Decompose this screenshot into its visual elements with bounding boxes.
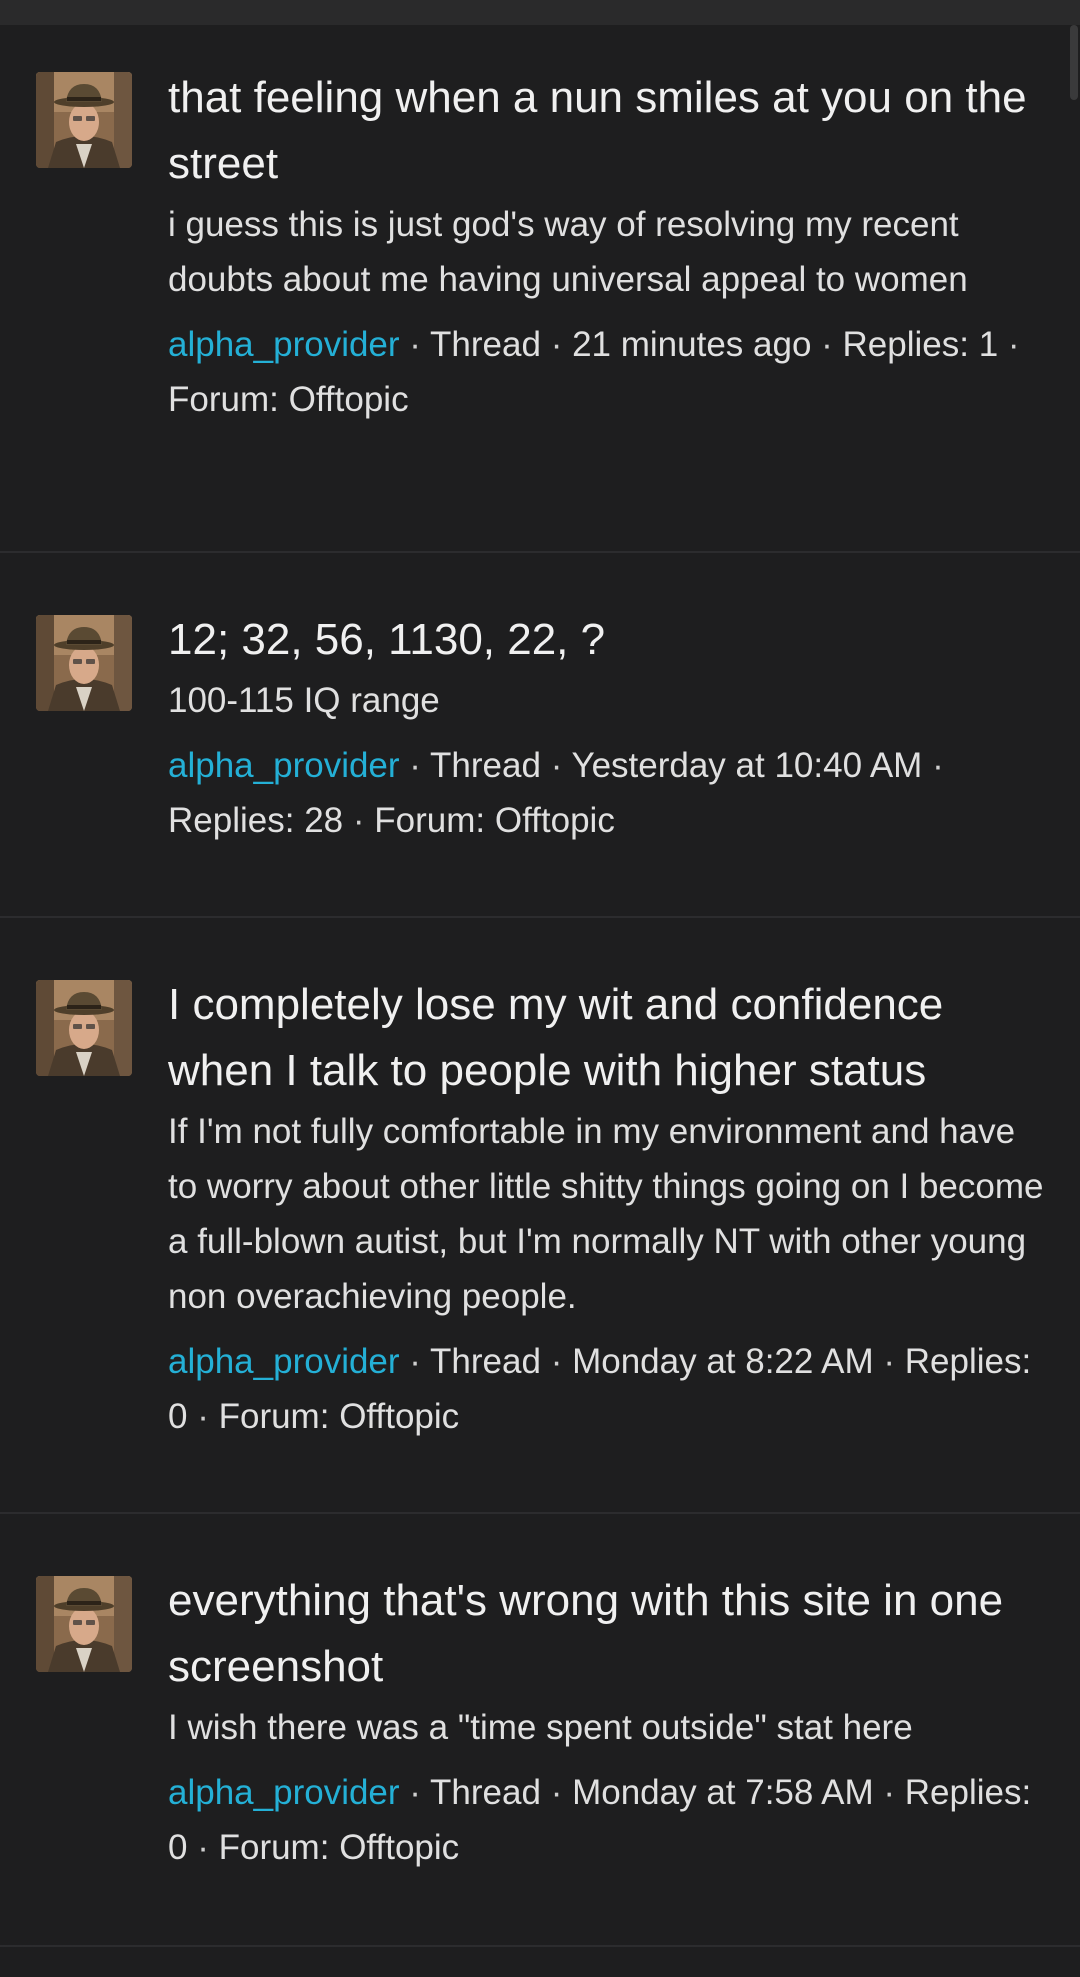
thread-snippet: 100-115 IQ range [168,681,440,720]
result-content: everything that's wrong with this site i… [168,1568,1048,1875]
thread-title[interactable]: that feeling when a nun smiles at you on… [168,65,1048,197]
author-link[interactable]: alpha_provider [168,325,400,364]
forum-link[interactable]: Offtopic [289,380,409,419]
result-content: 12; 32, 56, 1130, 22, ? 100-115 IQ range… [168,607,1048,848]
author-link[interactable]: alpha_provider [168,1342,400,1381]
avatar[interactable] [36,72,132,168]
replies-count: 0 [168,1828,188,1867]
replies-count: 28 [304,801,344,840]
replies-label: Replies: [904,1773,1032,1812]
avatar[interactable] [36,980,132,1076]
forum-link[interactable]: Offtopic [339,1397,459,1436]
meta-separator: · [550,1773,563,1812]
forum-link[interactable]: Offtopic [495,801,615,840]
meta-separator: · [352,801,365,840]
author-link[interactable]: alpha_provider [168,1773,400,1812]
search-result-item: 12; 32, 56, 1130, 22, ? 100-115 IQ range… [0,553,1080,918]
forum-label: Forum: [218,1397,330,1436]
content-type: Thread [430,325,541,364]
content-type: Thread [430,1773,541,1812]
meta-separator: · [197,1397,209,1436]
search-result-item: everything that's wrong with this site i… [0,1514,1080,1947]
meta-separator: · [197,1828,209,1867]
thread-title[interactable]: everything that's wrong with this site i… [168,1568,1048,1700]
forum-label: Forum: [374,801,486,840]
meta-separator: · [550,325,563,364]
meta-separator: · [1007,325,1020,364]
meta-separator: · [883,1342,896,1381]
search-results-list: that feeling when a nun smiles at you on… [0,25,1080,1947]
content-type: Thread [430,746,541,785]
thread-snippet: If I'm not fully comfortable in my envir… [168,1112,1044,1316]
meta-separator: · [409,746,421,785]
thread-meta: alpha_provider · Thread · Monday at 7:58… [168,1765,1048,1875]
forum-label: Forum: [218,1828,330,1867]
post-time: Monday at 7:58 AM [572,1773,874,1812]
forum-label: Forum: [168,380,279,419]
content-type: Thread [430,1342,541,1381]
avatar-image [36,72,132,168]
avatar-image [36,1576,132,1672]
meta-separator: · [409,1773,421,1812]
thread-meta: alpha_provider · Thread · Yesterday at 1… [168,738,1048,848]
search-result-item: I completely lose my wit and confidence … [0,918,1080,1514]
post-time: Monday at 8:22 AM [572,1342,874,1381]
replies-label: Replies: [168,801,295,840]
thread-snippet: i guess this is just god's way of resolv… [168,205,968,299]
search-result-item: that feeling when a nun smiles at you on… [0,25,1080,553]
avatar-image [36,615,132,711]
replies-count: 0 [168,1397,188,1436]
meta-separator: · [550,1342,563,1381]
thread-snippet: I wish there was a "time spent outside" … [168,1708,913,1747]
replies-count: 1 [978,325,999,364]
author-link[interactable]: alpha_provider [168,746,400,785]
meta-separator: · [409,325,421,364]
meta-separator: · [932,746,944,785]
forum-link[interactable]: Offtopic [339,1828,459,1867]
meta-separator: · [883,1773,896,1812]
avatar[interactable] [36,1576,132,1672]
meta-separator: · [821,325,833,364]
avatar-image [36,980,132,1076]
avatar[interactable] [36,615,132,711]
result-content: that feeling when a nun smiles at you on… [168,65,1048,427]
replies-label: Replies: [904,1342,1032,1381]
top-bar [0,0,1080,25]
replies-label: Replies: [842,325,969,364]
meta-separator: · [550,746,563,785]
thread-title[interactable]: I completely lose my wit and confidence … [168,972,1048,1104]
thread-meta: alpha_provider · Thread · 21 minutes ago… [168,317,1048,427]
result-content: I completely lose my wit and confidence … [168,972,1048,1444]
post-time: Yesterday at 10:40 AM [571,746,923,785]
thread-meta: alpha_provider · Thread · Monday at 8:22… [168,1334,1048,1444]
post-time: 21 minutes ago [572,325,812,364]
thread-title[interactable]: 12; 32, 56, 1130, 22, ? [168,607,1048,673]
meta-separator: · [409,1342,421,1381]
